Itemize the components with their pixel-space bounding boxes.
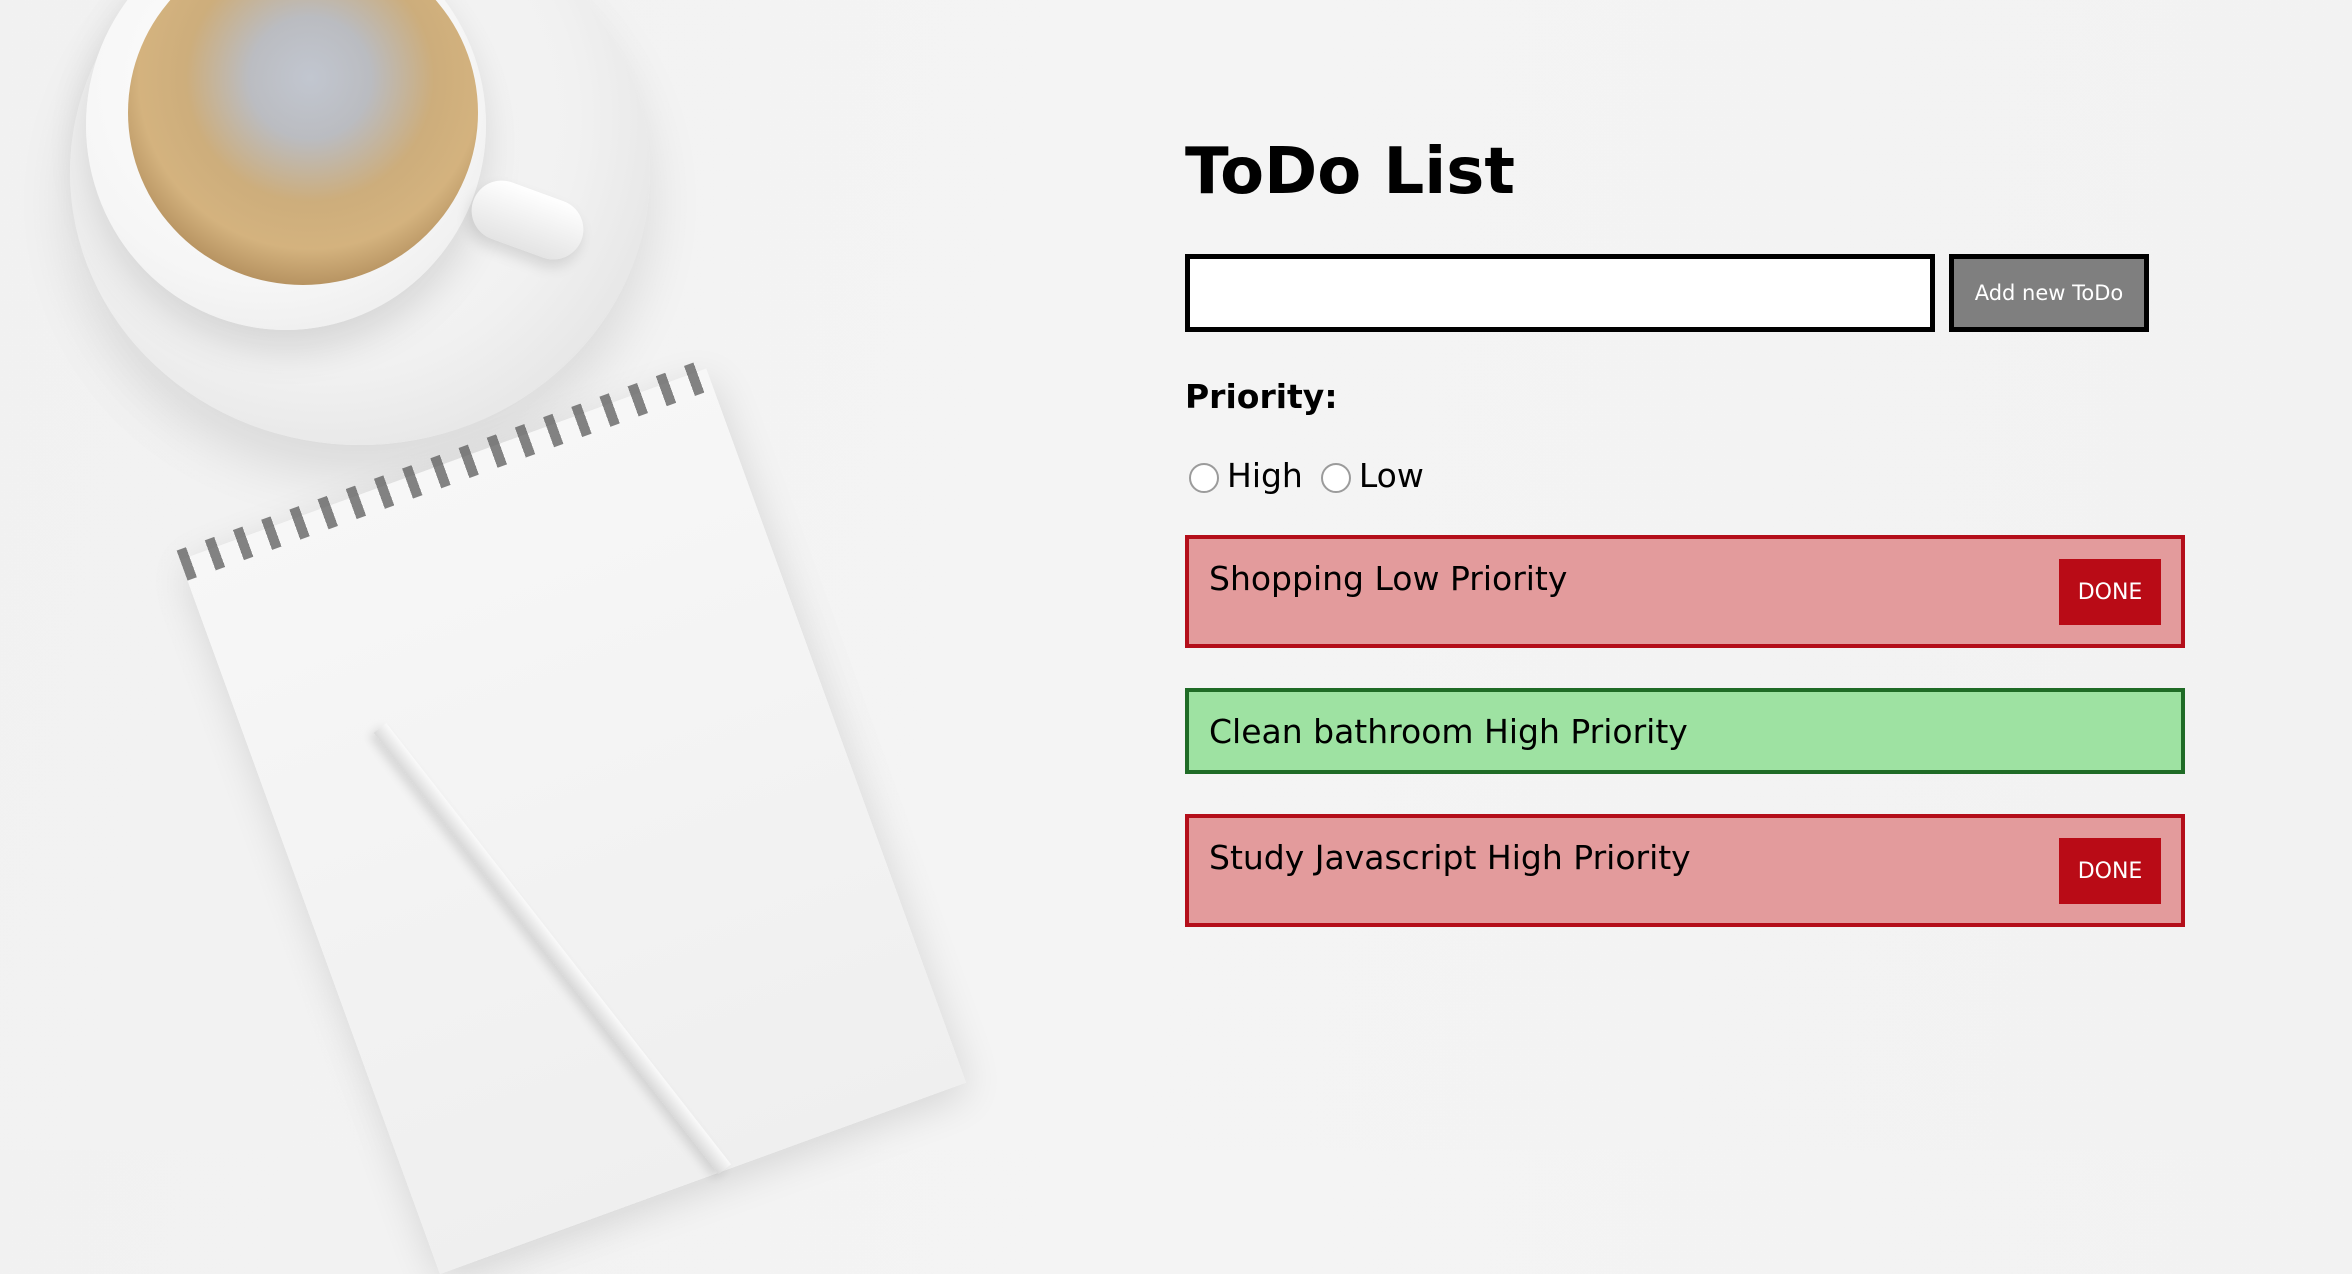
priority-low-radio[interactable] [1320,462,1351,493]
notepad-image [176,359,967,1274]
todo-item: Clean bathroom High Priority [1185,688,2185,774]
saucer-image [70,0,650,445]
todo-item-text: Shopping Low Priority [1209,559,1568,598]
coffee-cup-image [86,0,486,330]
todo-app: ToDo List Add new ToDo Priority: High Lo… [1185,140,2185,967]
todo-list: Shopping Low Priority DONE Clean bathroo… [1185,535,2185,927]
todo-item-text: Study Javascript High Priority [1209,838,1691,877]
priority-high-label: High [1227,456,1303,495]
priority-low-label: Low [1358,456,1424,495]
done-button[interactable]: DONE [2059,559,2161,625]
todo-item-text: Clean bathroom High Priority [1209,712,1688,751]
priority-radio-group: High Low [1185,456,2185,495]
todo-input[interactable] [1185,254,1935,332]
todo-item: Study Javascript High Priority DONE [1185,814,2185,927]
add-todo-row: Add new ToDo [1185,254,2185,332]
coffee-surface-image [128,0,478,285]
cup-handle-image [463,172,592,268]
pencil-image [373,723,732,1175]
todo-item: Shopping Low Priority DONE [1185,535,2185,648]
priority-high-radio[interactable] [1189,462,1219,493]
notepad-spiral [176,359,714,581]
done-button[interactable]: DONE [2059,838,2161,904]
add-todo-button[interactable]: Add new ToDo [1949,254,2149,332]
priority-label: Priority: [1185,377,1338,416]
page-title: ToDo List [1185,135,1515,209]
